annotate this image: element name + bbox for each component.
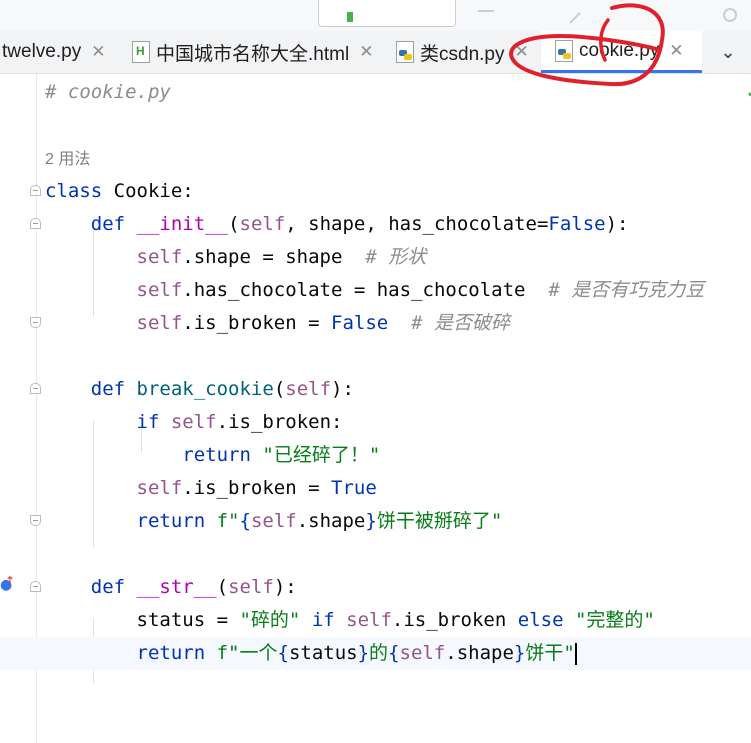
- code-line-set-broken: self.is_broken = True: [136, 477, 377, 499]
- python-file-icon: [396, 41, 414, 63]
- inspection-ok-icon[interactable]: ✔: [747, 86, 751, 100]
- close-icon[interactable]: ✕: [514, 42, 528, 62]
- code-line-str-def: def __str__(self):: [90, 576, 297, 598]
- toolbar-button-icon[interactable]: [559, 2, 581, 24]
- close-icon[interactable]: ✕: [359, 42, 373, 62]
- run-config-icon: [347, 12, 353, 22]
- override-arrow-icon: ↑: [5, 574, 16, 588]
- code-line-is-broken: self.is_broken = False # 是否破碎: [136, 312, 510, 334]
- close-icon[interactable]: ✕: [669, 41, 683, 61]
- tab-label: 类csdn.py: [420, 43, 505, 65]
- html-file-icon: [132, 41, 150, 63]
- code-line-init-def: def __init__(self, shape, has_chocolate=…: [90, 213, 629, 235]
- tab-csdn-py[interactable]: 类csdn.py ✕: [396, 31, 529, 73]
- tab-label: twelve.py: [2, 41, 82, 62]
- close-icon[interactable]: ✕: [91, 42, 105, 62]
- toolbar-button-icon[interactable]: [478, 10, 494, 24]
- code-line-shape: self.shape = shape # 形状: [136, 246, 427, 268]
- code-line-return-fstring: return f"{self.shape}饼干被掰碎了": [136, 510, 503, 532]
- code-line-comment: # cookie.py: [45, 81, 171, 103]
- code-line-status: status = "碎的" if self.is_broken else "完整…: [136, 609, 655, 631]
- code-editor[interactable]: # cookie.py ✔ 2 用法 class Cookie: def __i…: [0, 74, 751, 743]
- toolbar-button-icon[interactable]: [723, 8, 737, 22]
- code-line-class: class Cookie:: [45, 180, 194, 202]
- tab-label: cookie.py: [579, 39, 660, 61]
- tab-twelve-py[interactable]: twelve.py ✕: [2, 31, 105, 73]
- code-line-return-str: return f"一个{status}的{self.shape}饼干": [0, 637, 751, 670]
- python-file-icon: [555, 39, 573, 62]
- text-caret: [574, 642, 577, 665]
- code-line-if: if self.is_broken:: [136, 411, 343, 433]
- code-line-break-def: def break_cookie(self):: [90, 378, 354, 400]
- tab-city-names-html[interactable]: 中国城市名称大全.html ✕: [132, 31, 373, 73]
- top-toolbar: [0, 0, 751, 32]
- run-config-selector[interactable]: [318, 0, 456, 27]
- editor-tab-bar: twelve.py ✕ 中国城市名称大全.html ✕ 类csdn.py ✕ c…: [0, 31, 751, 74]
- tab-cookie-py[interactable]: cookie.py ✕: [541, 31, 702, 73]
- code-line-chocolate: self.has_chocolate = has_chocolate # 是否有…: [136, 279, 705, 301]
- tab-label: 中国城市名称大全.html: [156, 43, 350, 65]
- usage-hint[interactable]: 2 用法: [45, 142, 90, 175]
- tab-overflow-chevron-icon[interactable]: ⌄: [705, 31, 751, 73]
- code-line-return-broken: return "已经碎了！": [182, 444, 381, 466]
